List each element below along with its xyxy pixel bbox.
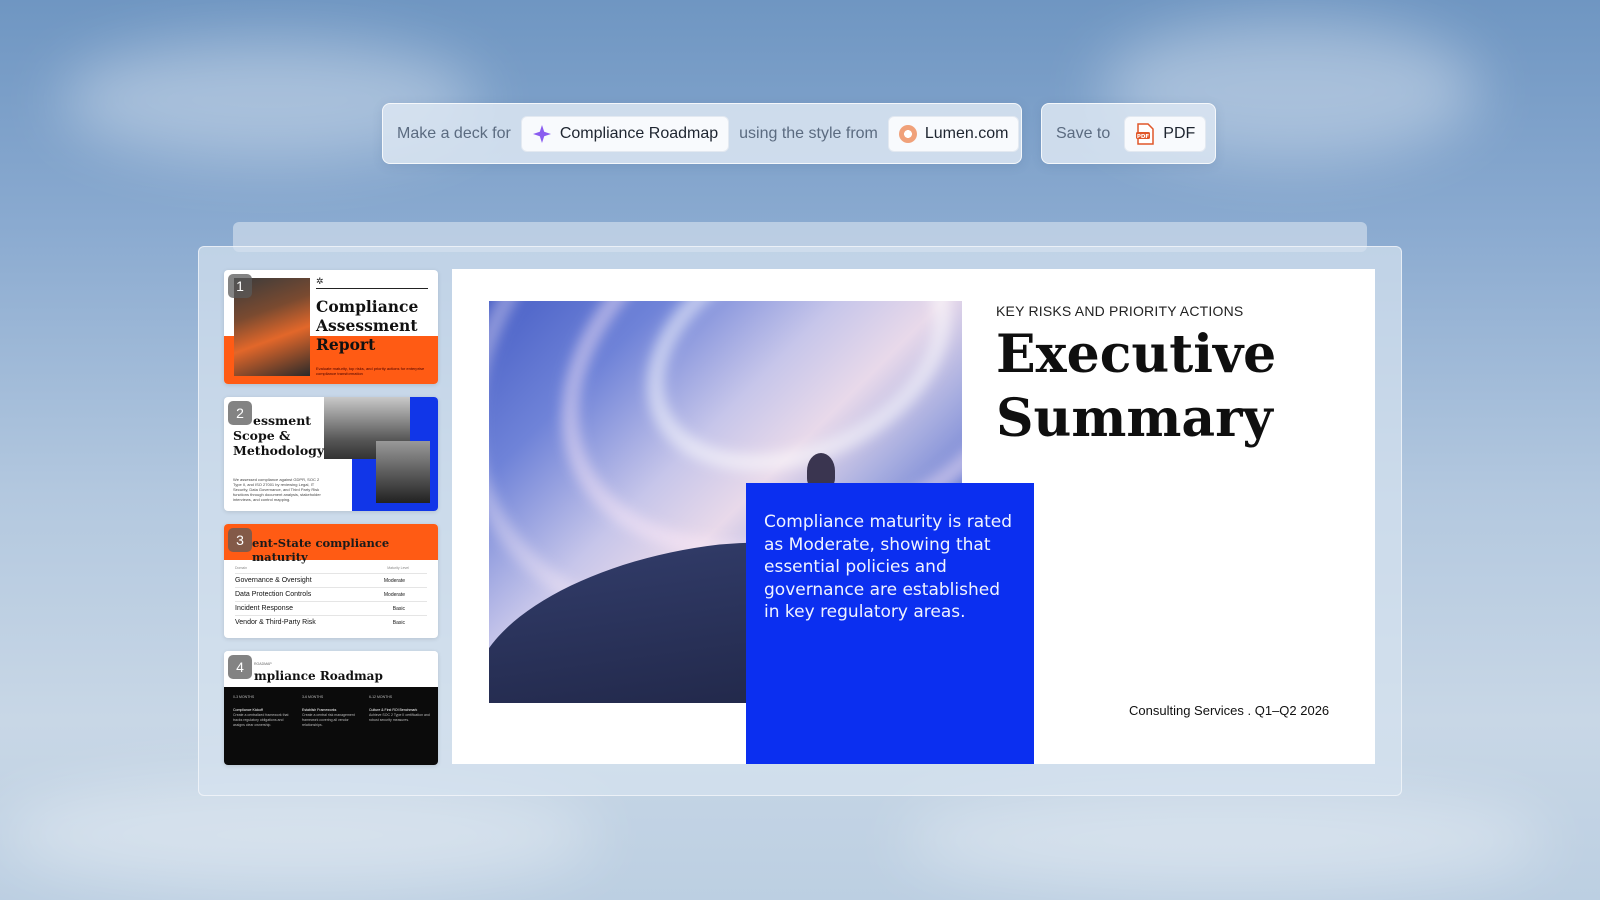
table-row: Vendor & Third-Party Risk Basic — [235, 615, 427, 629]
roadmap-column: 3-6 MONTHS Establish Frameworks Create a… — [302, 695, 355, 727]
pdf-file-icon: PDF — [1136, 122, 1155, 145]
style-source-chip[interactable]: Lumen.com — [887, 115, 1020, 152]
thumbnail-body: We assessed compliance against GDPR, SOC… — [233, 477, 321, 502]
divider — [316, 288, 428, 289]
style-source-label: Lumen.com — [924, 124, 1009, 142]
table-row: Data Protection Controls Moderate — [235, 587, 427, 601]
thumbnail-title: mpliance Roadmap — [254, 669, 383, 683]
table-row: Governance & Oversight Moderate — [235, 573, 427, 587]
thumbnail-title: Compliance Assessment Report — [316, 297, 419, 354]
thumbnail-subtitle: Evaluate maturity, top risks, and priori… — [316, 366, 425, 376]
sparkle-icon — [532, 124, 551, 143]
slide-number-badge: 1 — [228, 274, 252, 298]
slide-kicker: KEY RISKS AND PRIORITY ACTIONS — [996, 303, 1244, 319]
summary-callout: Compliance maturity is rated as Moderate… — [746, 483, 1034, 764]
pdf-chip[interactable]: PDF PDF — [1124, 115, 1207, 152]
prompt-prefix: Make a deck for — [397, 124, 511, 142]
save-label: Save to — [1056, 124, 1111, 142]
pdf-label: PDF — [1163, 124, 1196, 142]
slide-thumbnail-2[interactable]: 2 essment Scope & Methodology We assesse… — [224, 397, 438, 511]
slide-thumbnail-3[interactable]: 3 ent-State compliance maturity Domain M… — [224, 524, 438, 638]
thumbnail-kicker: ROADMAP — [254, 662, 272, 666]
topic-chip[interactable]: Compliance Roadmap — [520, 115, 730, 152]
thumbnail-title: ent-State compliance maturity — [252, 536, 390, 564]
save-bar: Save to PDF PDF — [1041, 103, 1216, 164]
topic-label: Compliance Roadmap — [559, 124, 719, 142]
summary-text: Compliance maturity is rated as Moderate… — [764, 512, 1013, 622]
slide-footer: Consulting Services . Q1–Q2 2026 — [1129, 703, 1330, 718]
main-slide[interactable]: Compliance maturity is rated as Moderate… — [452, 269, 1375, 764]
slide-number-badge: 4 — [228, 655, 252, 679]
background-cloud — [900, 790, 1550, 890]
table-row: Incident Response Basic — [235, 601, 427, 615]
slide-number-badge: 3 — [228, 528, 252, 552]
smoke-photo — [376, 441, 430, 503]
asterisk-logo-icon: ✲ — [316, 276, 324, 286]
table-header: Domain Maturity Level — [235, 566, 409, 570]
background-cloud — [0, 780, 600, 890]
slide-number-badge: 2 — [228, 401, 252, 425]
slide-thumbnail-1[interactable]: 1 ✲ Compliance Assessment Report Evaluat… — [224, 270, 438, 384]
roadmap-column: 6-12 MONTHS Culture & First ROI Benchmar… — [369, 695, 430, 722]
lumen-logo-icon — [898, 124, 917, 143]
slide-headline: Executive Summary — [996, 324, 1277, 449]
roadmap-column: 0-3 MONTHS Compliance Kickoff Create a c… — [233, 695, 289, 727]
svg-text:PDF: PDF — [1137, 133, 1150, 139]
prompt-bar: Make a deck for Compliance Roadmap using… — [382, 103, 1022, 164]
prompt-middle: using the style from — [739, 124, 878, 142]
slide-thumbnail-4[interactable]: 4 ROADMAP mpliance Roadmap 0-3 MONTHS Co… — [224, 651, 438, 765]
